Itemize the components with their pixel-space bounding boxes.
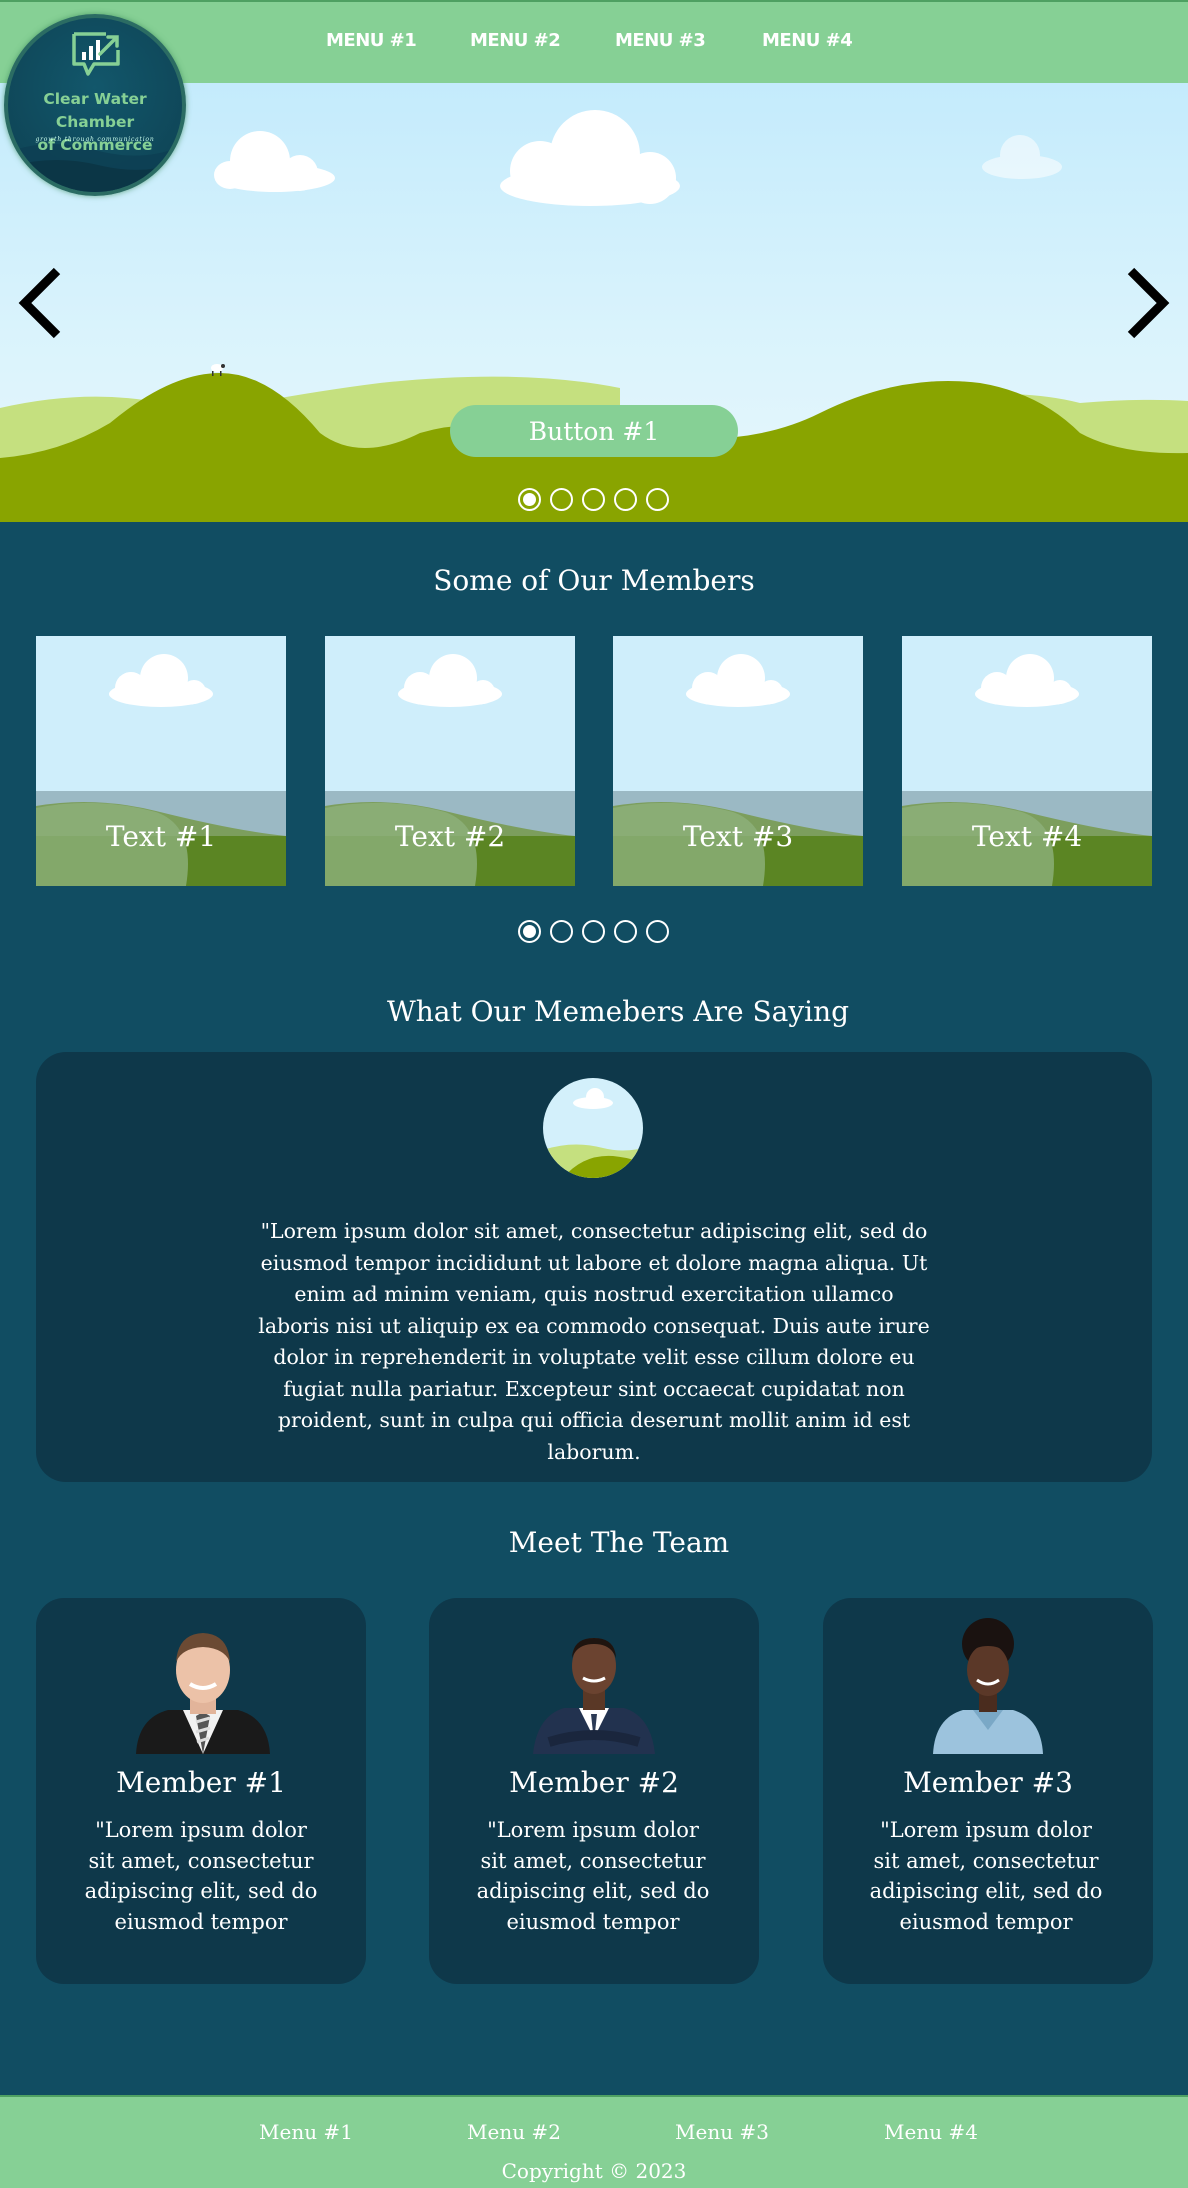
member-photo [136,1633,270,1754]
team-card-1: Member #1 "Lorem ipsum dolor sit amet, c… [36,1598,366,1984]
footer-menu-3[interactable]: Menu #3 [675,2120,769,2144]
member-card-label: Text #3 [682,820,794,853]
members-dot-3[interactable] [582,920,605,943]
member-name: Member #2 [509,1766,679,1799]
logo-line-1: Clear Water Chamber [43,90,147,131]
member-description: "Lorem ipsum dolor sit amet, consectetur… [84,1818,318,1934]
team-card-3: Member #3 "Lorem ipsum dolor sit amet, c… [823,1598,1153,1984]
member-name: Member #3 [903,1766,1073,1799]
nav-menu-4[interactable]: MENU #4 [762,30,853,51]
hero-slide-dots [518,488,670,512]
prev-slide-arrow-icon[interactable] [15,265,63,341]
members-slide-dots [518,920,670,944]
logo[interactable]: Clear Water Chamber of Commerce growth t… [4,14,186,196]
member-card-label: Text #4 [971,820,1083,853]
testimonial-quote: "Lorem ipsum dolor sit amet, consectetur… [258,1219,930,1464]
member-name: Member #1 [116,1766,286,1799]
member-card-4[interactable]: Text #4 [902,636,1152,886]
footer-menu-2[interactable]: Menu #2 [467,2120,561,2144]
member-card-1[interactable]: Text #1 [36,636,286,886]
logo-tagline: growth through communication [35,136,155,143]
copyright: Copyright © 2023 [501,2159,687,2183]
hero-dot-3[interactable] [582,488,605,511]
hero-dot-2[interactable] [550,488,573,511]
members-dot-4[interactable] [614,920,637,943]
hero-dot-1[interactable] [518,488,541,511]
hero-dot-5[interactable] [646,488,669,511]
hero-dot-4[interactable] [614,488,637,511]
footer-menu-1[interactable]: Menu #1 [259,2120,353,2144]
team-card-2: Member #2 "Lorem ipsum dolor sit amet, c… [429,1598,759,1984]
member-card-label: Text #2 [394,820,506,853]
main-nav: MENU #1 MENU #2 MENU #3 MENU #4 [0,30,1188,56]
next-slide-arrow-icon[interactable] [1125,265,1173,341]
chart-bubble-icon [72,32,120,76]
member-card-3[interactable]: Text #3 [613,636,863,886]
nav-menu-1[interactable]: MENU #1 [326,30,417,51]
member-photo [533,1638,655,1754]
testimonial-card: "Lorem ipsum dolor sit amet, consectetur… [36,1052,1152,1482]
team-title: Meet The Team [508,1526,730,1559]
nav-menu-2[interactable]: MENU #2 [470,30,561,51]
member-card-2[interactable]: Text #2 [325,636,575,886]
nav-menu-3[interactable]: MENU #3 [615,30,706,51]
avatar-landscape-image [543,1078,643,1178]
members-dot-5[interactable] [646,920,669,943]
members-dot-2[interactable] [550,920,573,943]
member-photo [933,1618,1043,1754]
member-description: "Lorem ipsum dolor sit amet, consectetur… [476,1818,710,1934]
testimonial-avatar [543,1078,643,1178]
members-dot-1[interactable] [518,920,541,943]
footer: Menu #1 Menu #2 Menu #3 Menu #4 Copyrigh… [0,2095,1188,2188]
hero-button[interactable]: Button #1 [450,405,738,457]
members-title: Some of Our Members [433,564,755,597]
testimonials-title: What Our Memebers Are Saying [386,995,850,1028]
logo-title: Clear Water Chamber of Commerce [8,88,182,157]
member-description: "Lorem ipsum dolor sit amet, consectetur… [869,1818,1103,1934]
member-card-label: Text #1 [105,820,217,853]
footer-menu-4[interactable]: Menu #4 [884,2120,978,2144]
